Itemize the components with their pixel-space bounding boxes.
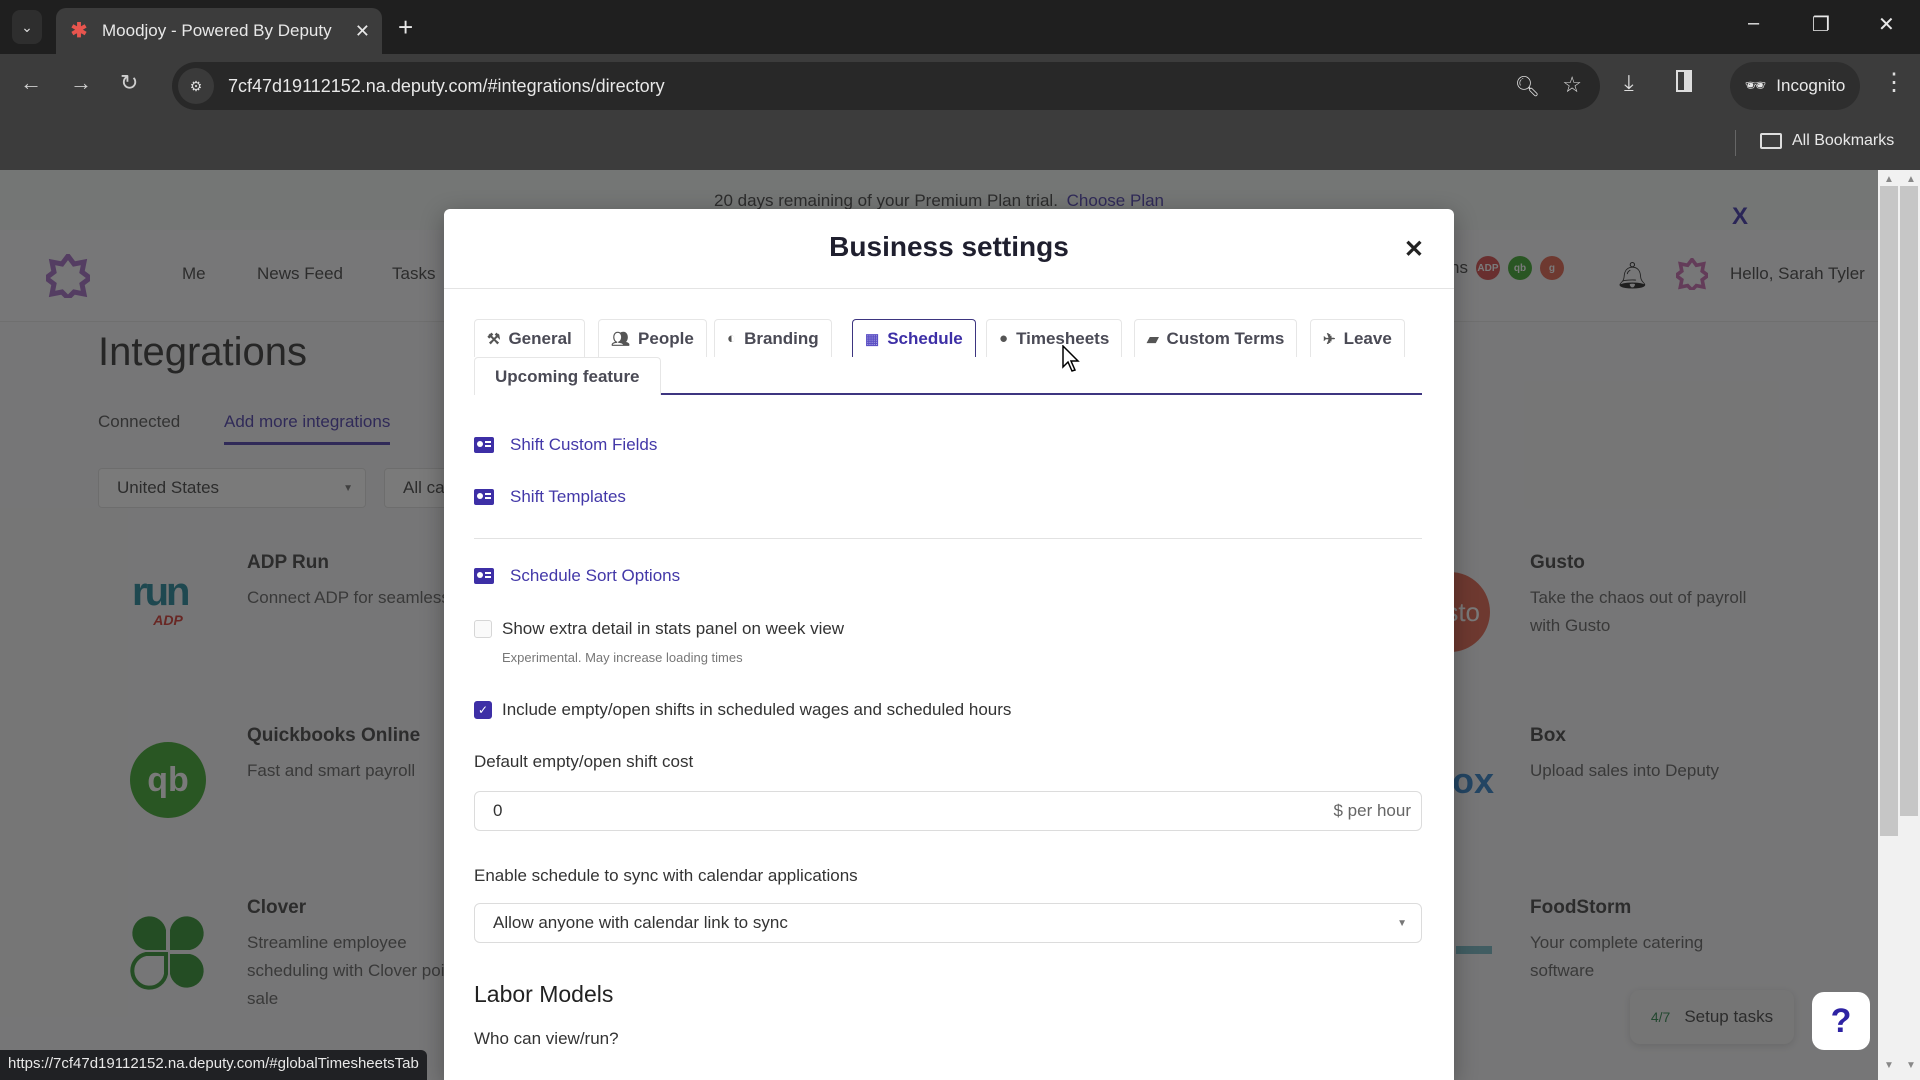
calendar-sync-value: Allow anyone with calendar link to sync <box>493 913 788 932</box>
business-settings-modal: Business settings ✕ ⚒ General 👥︎ People … <box>444 209 1454 1080</box>
extra-detail-checkbox[interactable] <box>474 620 492 638</box>
browser-tab-active[interactable]: ✱ Moodjoy - Powered By Deputy ✕ <box>56 8 382 54</box>
scroll-down-icon[interactable]: ▼ <box>1906 1060 1916 1071</box>
scrollbar-thumb[interactable] <box>1900 186 1918 816</box>
plane-icon: ✈ <box>1323 330 1336 348</box>
id-card-icon <box>474 568 494 584</box>
chevron-down-icon: ⌄ <box>21 18 33 35</box>
incognito-label: Incognito <box>1776 76 1846 95</box>
palette-icon: ◐ <box>727 330 737 347</box>
tab-general[interactable]: ⚒ General <box>474 319 585 357</box>
who-can-view-label: Who can view/run? <box>474 1029 619 1048</box>
help-button[interactable]: ? <box>1812 992 1870 1050</box>
calendar-icon: ▦ <box>865 330 880 348</box>
calendar-sync-select[interactable]: Allow anyone with calendar link to sync … <box>474 903 1422 943</box>
deputy-favicon-icon: ✱ <box>70 20 88 42</box>
side-panel-icon[interactable] <box>1676 70 1692 92</box>
incognito-icon: 🕶︎ <box>1744 76 1767 95</box>
shift-templates-link[interactable]: Shift Templates <box>474 487 626 507</box>
tab-label: Branding <box>744 328 819 348</box>
include-empty-shifts-checkbox[interactable]: ✓ <box>474 701 492 719</box>
tab-custom-terms[interactable]: ▰ Custom Terms <box>1134 319 1298 357</box>
new-tab-button[interactable]: + <box>398 12 413 43</box>
browser-tab-strip: ⌄ ✱ Moodjoy - Powered By Deputy ✕ + – ❐ … <box>0 0 1920 54</box>
tab-branding[interactable]: ◐ Branding <box>714 319 832 357</box>
default-cost-field[interactable]: $ per hour <box>474 791 1422 831</box>
tab-people[interactable]: 👥︎ People <box>598 319 707 357</box>
extra-detail-label: Show extra detail in stats panel on week… <box>502 619 845 638</box>
extra-detail-hint: Experimental. May increase loading times <box>502 650 743 665</box>
address-bar[interactable]: ⚙ 7cf47d19112152.na.deputy.com/#integrat… <box>172 62 1600 110</box>
all-bookmarks-label: All Bookmarks <box>1792 132 1895 149</box>
modal-header: Business settings ✕ <box>444 209 1454 289</box>
url-text[interactable]: 7cf47d19112152.na.deputy.com/#integratio… <box>228 76 665 97</box>
window-close-button[interactable]: ✕ <box>1878 12 1895 37</box>
schedule-sort-options-link[interactable]: Schedule Sort Options <box>474 566 680 586</box>
tab-search-button[interactable]: ⌄ <box>12 10 42 44</box>
back-arrow-icon[interactable]: ← <box>20 70 42 96</box>
include-empty-shifts-option: ✓ Include empty/open shifts in scheduled… <box>474 700 1011 720</box>
tab-upcoming-feature[interactable]: Upcoming feature <box>474 357 661 395</box>
page-scrollbar[interactable]: ▲ ▲ ▼ ▼ <box>1878 170 1920 1080</box>
reload-icon[interactable]: ↻ <box>120 70 138 96</box>
restore-button[interactable]: ❐ <box>1812 12 1830 37</box>
tab-label: Schedule <box>887 328 963 348</box>
bookmarks-divider <box>1735 130 1736 156</box>
tab-label: Leave <box>1343 328 1392 348</box>
labor-models-heading: Labor Models <box>474 981 614 1007</box>
modal-close-button[interactable]: ✕ <box>1404 235 1424 264</box>
section-divider <box>474 538 1422 539</box>
modal-title: Business settings <box>829 231 1069 262</box>
tab-close-icon[interactable]: ✕ <box>355 21 370 42</box>
caret-down-icon: ▼ <box>1397 918 1407 929</box>
include-empty-shifts-label: Include empty/open shifts in scheduled w… <box>502 700 1012 719</box>
forward-arrow-icon[interactable]: → <box>70 70 92 96</box>
default-cost-input[interactable] <box>475 792 1275 830</box>
book-icon: ▰ <box>1147 330 1159 348</box>
download-icon[interactable]: ⤓ <box>1624 70 1634 96</box>
tab-schedule[interactable]: ▦ Schedule <box>852 319 976 357</box>
scrollbar-thumb[interactable] <box>1880 186 1898 836</box>
link-label: Schedule Sort Options <box>510 566 681 585</box>
mouse-pointer-icon <box>1062 345 1080 372</box>
tab-leave[interactable]: ✈ Leave <box>1310 319 1405 357</box>
browser-toolbar: ← → ↻ ⚙ 7cf47d19112152.na.deputy.com/#in… <box>0 54 1920 118</box>
link-label: Shift Custom Fields <box>510 435 658 454</box>
shift-custom-fields-link[interactable]: Shift Custom Fields <box>474 435 657 455</box>
id-card-icon <box>474 437 494 453</box>
scroll-up-icon[interactable]: ▲ <box>1884 174 1894 185</box>
bookmarks-bar: All Bookmarks <box>0 118 1920 170</box>
link-label: Shift Templates <box>510 487 626 506</box>
tab-label: Upcoming feature <box>495 366 640 386</box>
tab-label: General <box>508 328 572 348</box>
minimize-button[interactable]: – <box>1748 12 1759 35</box>
tab-title: Moodjoy - Powered By Deputy <box>102 21 332 40</box>
people-icon: 👥︎ <box>611 330 631 348</box>
scroll-down-icon[interactable]: ▼ <box>1884 1060 1894 1071</box>
folder-icon <box>1760 133 1782 149</box>
zoom-icon[interactable]: 🔍︎ <box>1515 74 1540 99</box>
browser-menu-icon[interactable]: ⋮ <box>1882 68 1906 97</box>
status-bar-url: https://7cf47d19112152.na.deputy.com/#gl… <box>0 1050 427 1080</box>
clock-icon: ● <box>999 330 1009 347</box>
calendar-sync-label: Enable schedule to sync with calendar ap… <box>474 866 858 885</box>
site-info-icon[interactable]: ⚙ <box>178 68 214 104</box>
incognito-indicator[interactable]: 🕶︎ Incognito <box>1730 62 1860 110</box>
bookmark-star-icon[interactable]: ☆ <box>1562 72 1582 98</box>
settings-tabs: ⚒ General 👥︎ People ◐ Branding ▦ Schedul… <box>474 319 1422 395</box>
default-cost-label: Default empty/open shift cost <box>474 752 694 771</box>
tab-label: People <box>638 328 694 348</box>
tab-timesheets[interactable]: ● Timesheets <box>986 319 1123 357</box>
extra-detail-option: Show extra detail in stats panel on week… <box>474 619 844 639</box>
scroll-up-icon[interactable]: ▲ <box>1906 174 1916 185</box>
tools-icon: ⚒ <box>487 330 501 348</box>
tab-label: Custom Terms <box>1166 328 1285 348</box>
id-card-icon <box>474 489 494 505</box>
all-bookmarks-button[interactable]: All Bookmarks <box>1760 132 1894 150</box>
cost-unit-suffix: $ per hour <box>1333 801 1412 820</box>
